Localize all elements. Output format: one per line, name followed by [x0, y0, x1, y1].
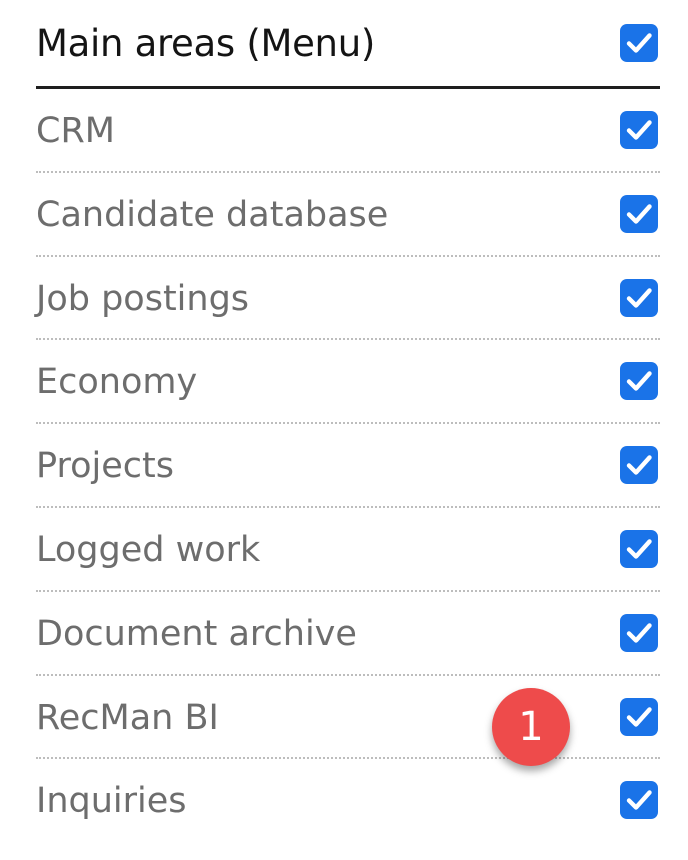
checkmark-icon — [626, 455, 652, 475]
checkmark-icon — [626, 371, 652, 392]
list-item-economy: Economy — [36, 340, 660, 425]
item-label: Job postings — [36, 278, 250, 319]
list-item-job-postings: Job postings — [36, 257, 660, 341]
logged-work-checkbox[interactable] — [620, 529, 658, 568]
checkmark-icon — [626, 623, 652, 643]
annotation-badge: 1 — [492, 688, 570, 766]
candidate-database-checkbox[interactable] — [620, 194, 658, 233]
list-item-projects: Projects — [36, 424, 660, 508]
checkmark-icon — [626, 204, 652, 224]
item-label: CRM — [36, 111, 115, 151]
list-item-logged-work: Logged work — [36, 508, 660, 592]
checkmark-icon — [626, 33, 652, 53]
recman-bi-checkbox[interactable] — [620, 697, 658, 736]
document-archive-checkbox[interactable] — [620, 613, 658, 652]
item-label: RecMan BI — [36, 697, 219, 738]
item-label: Projects — [36, 446, 174, 487]
section-title: Main areas (Menu) — [36, 22, 375, 65]
economy-checkbox[interactable] — [620, 362, 658, 401]
checkmark-icon — [626, 706, 652, 727]
item-label: Inquiries — [36, 781, 187, 822]
item-label: Logged work — [36, 529, 261, 570]
inquiries-checkbox[interactable] — [620, 781, 658, 820]
checkmark-icon — [626, 539, 652, 559]
list-item-inquiries: Inquiries — [36, 759, 660, 843]
section-header: Main areas (Menu) — [36, 0, 660, 89]
item-label: Document archive — [36, 613, 357, 654]
projects-checkbox[interactable] — [620, 446, 658, 485]
item-label: Candidate database — [36, 194, 389, 235]
checkmark-icon — [626, 120, 652, 140]
item-label: Economy — [36, 362, 198, 403]
checkmark-icon — [626, 287, 652, 308]
select-all-checkbox[interactable] — [620, 24, 658, 62]
crm-checkbox[interactable] — [620, 111, 658, 149]
checkmark-icon — [626, 790, 652, 811]
list-item-crm: CRM — [36, 89, 660, 173]
list-item-document-archive: Document archive — [36, 592, 660, 676]
list-item-candidate-database: Candidate database — [36, 173, 660, 257]
job-postings-checkbox[interactable] — [620, 278, 658, 317]
